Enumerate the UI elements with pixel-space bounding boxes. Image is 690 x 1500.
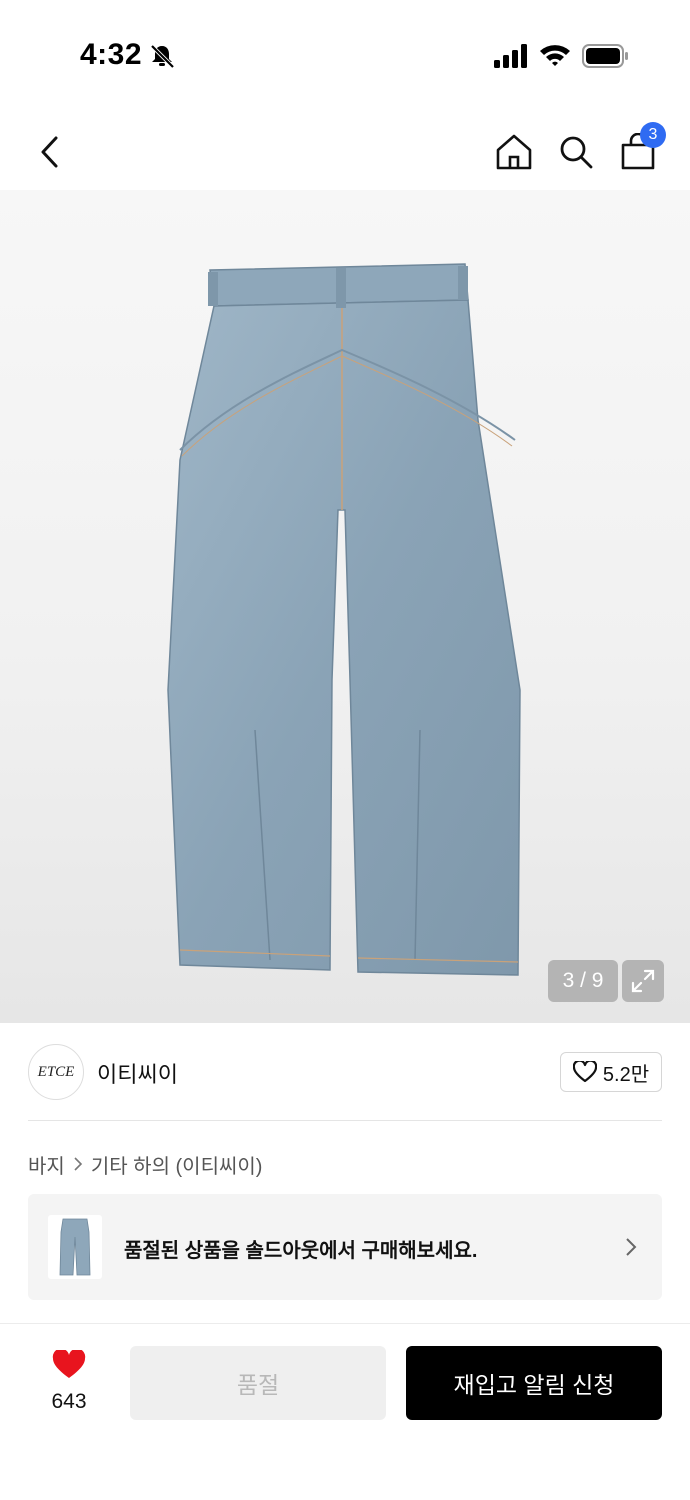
image-counter: 3 / 9 bbox=[548, 960, 618, 1002]
signal-icon bbox=[494, 44, 527, 68]
fullscreen-button[interactable] bbox=[622, 960, 664, 1002]
search-button[interactable] bbox=[552, 128, 600, 176]
breadcrumb-item-other-bottoms[interactable]: 기타 하의 (이티씨이) bbox=[91, 1150, 263, 1179]
divider bbox=[28, 1120, 662, 1121]
heart-outline-icon bbox=[572, 1061, 597, 1083]
bottom-action-bar: 643 품절 재입고 알림 신청 bbox=[0, 1324, 690, 1500]
banner-text: 품절된 상품을 솔드아웃에서 구매해보세요. bbox=[124, 1240, 478, 1262]
brand-like-count: 5.2만 bbox=[602, 1063, 650, 1086]
wishlist-button[interactable]: 643 bbox=[38, 1350, 100, 1420]
breadcrumb-item-pants[interactable]: 바지 bbox=[28, 1150, 65, 1179]
battery-icon bbox=[582, 44, 628, 68]
brand-name[interactable]: 이티씨이 bbox=[97, 1057, 178, 1089]
restock-alert-button[interactable]: 재입고 알림 신청 bbox=[406, 1346, 662, 1420]
status-bar: 4:32 bbox=[0, 0, 690, 110]
search-icon bbox=[560, 136, 593, 169]
wishlist-count: 643 bbox=[51, 1390, 87, 1413]
product-image-jeans bbox=[167, 263, 521, 976]
back-button[interactable] bbox=[26, 128, 74, 176]
heart-filled-icon bbox=[52, 1350, 86, 1378]
home-button[interactable] bbox=[490, 128, 538, 176]
wifi-icon bbox=[540, 45, 570, 66]
home-icon bbox=[496, 134, 532, 170]
cart-button[interactable]: 3 bbox=[614, 122, 666, 176]
chevron-right-icon bbox=[626, 1238, 637, 1256]
expand-icon bbox=[631, 969, 655, 993]
product-image-gallery[interactable]: 3 / 9 bbox=[0, 190, 690, 1023]
banner-product-thumbnail bbox=[48, 1215, 102, 1279]
soldout-market-banner[interactable]: 품절된 상품을 솔드아웃에서 구매해보세요. bbox=[28, 1194, 662, 1300]
status-time: 4:32 bbox=[80, 38, 143, 71]
brand-row[interactable]: ETCE 이티씨이 5.2만 bbox=[0, 1024, 690, 1120]
bell-muted-icon bbox=[150, 44, 175, 69]
chevron-right-icon bbox=[74, 1157, 82, 1171]
jeans-thumbnail-image bbox=[59, 1218, 91, 1276]
breadcrumb: 바지 기타 하의 (이티씨이) bbox=[28, 1150, 262, 1178]
cart-count-badge: 3 bbox=[640, 122, 666, 148]
top-nav: 3 bbox=[0, 110, 690, 194]
brand-like-button[interactable]: 5.2만 bbox=[560, 1052, 662, 1092]
chevron-left-icon bbox=[41, 136, 58, 168]
brand-logo[interactable]: ETCE bbox=[28, 1044, 84, 1100]
soldout-button: 품절 bbox=[130, 1346, 386, 1420]
